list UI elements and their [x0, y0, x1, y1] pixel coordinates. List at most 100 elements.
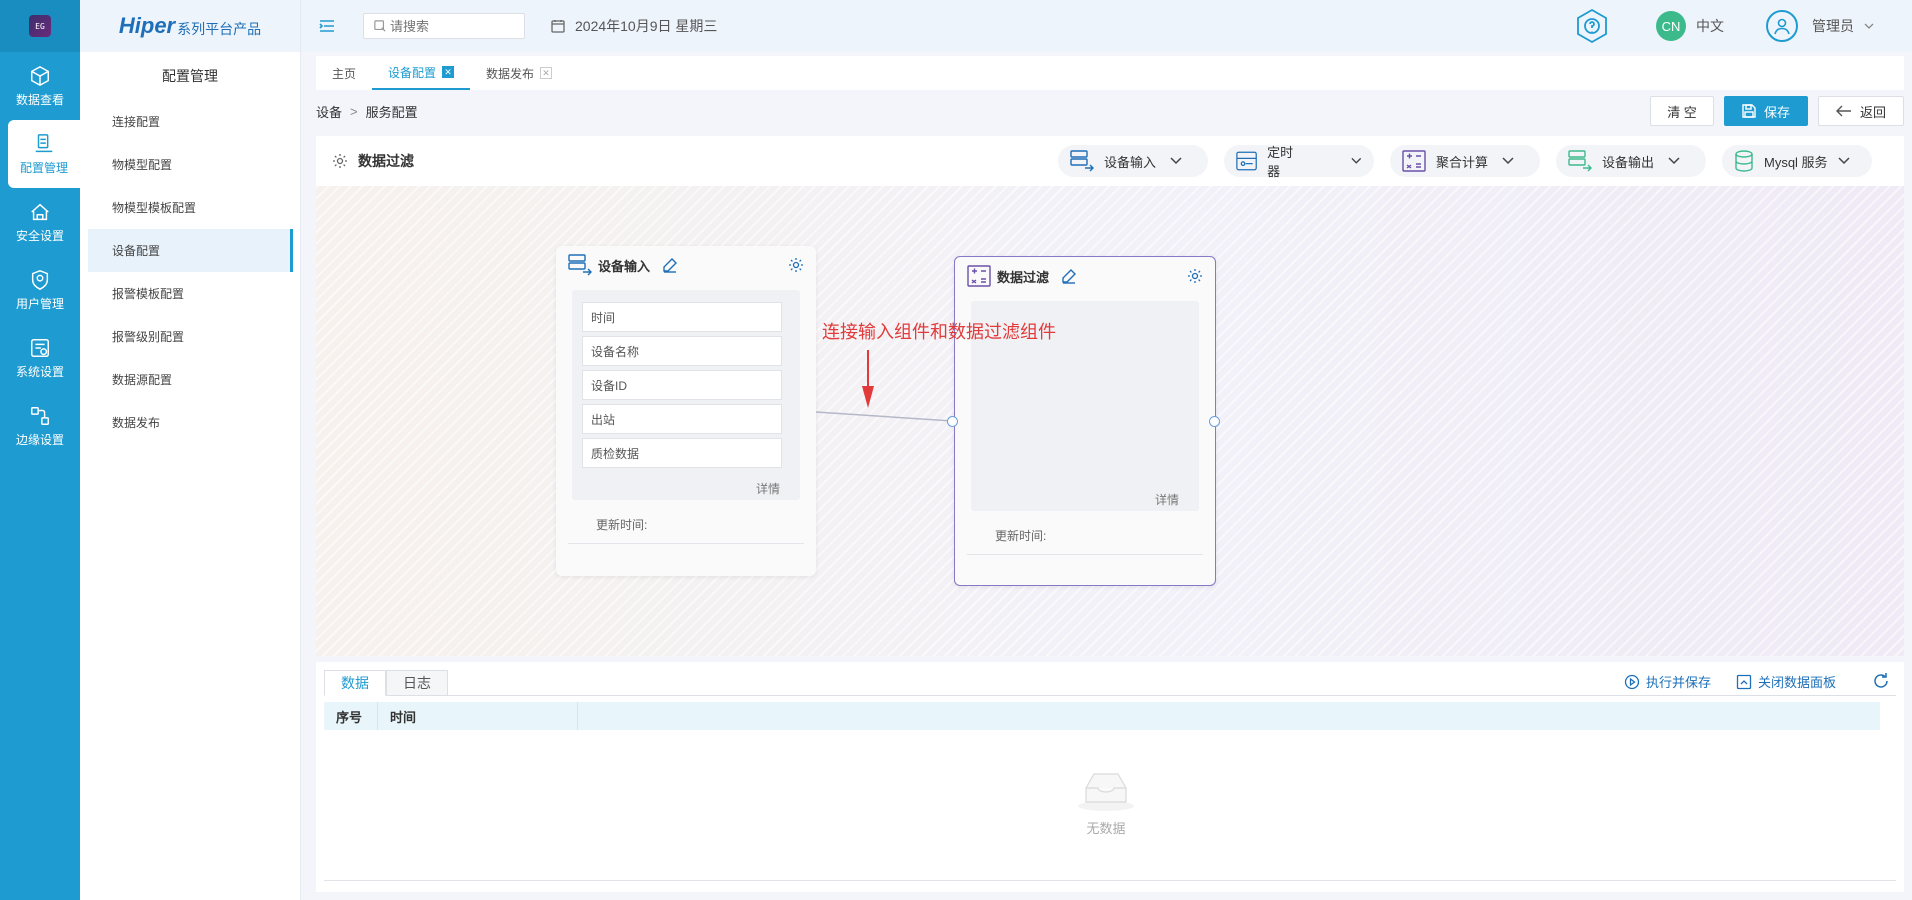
database-icon — [1735, 150, 1753, 172]
gear-icon[interactable] — [788, 257, 804, 273]
rail-item-config[interactable]: 配置管理 — [8, 120, 80, 188]
node-title: 设备输入 — [598, 258, 651, 274]
page-tabs: 主页 设备配置 ✕ 数据发布 ✕ — [316, 56, 1904, 90]
node-port-in[interactable] — [947, 416, 958, 427]
config-icon — [35, 133, 53, 152]
exec-save-label: 执行并保存 — [1646, 675, 1712, 690]
update-time-label: 更新时间: — [995, 529, 1047, 543]
refresh-icon[interactable] — [1872, 672, 1890, 690]
close-icon[interactable]: ✕ — [442, 66, 455, 78]
chevron-down-icon — [1351, 157, 1362, 164]
canvas-toolbar: 数据过滤 设备输入 定时器 聚合计算 设备输出 Mysql 服务 — [316, 136, 1904, 186]
chevron-down-icon — [1170, 157, 1182, 165]
tool-device-input[interactable]: 设备输入 — [1058, 145, 1208, 177]
tool-label: 聚合计算 — [1436, 154, 1489, 170]
app-logo[interactable]: EG — [0, 0, 80, 52]
rail-item-security[interactable]: 安全设置 — [0, 188, 80, 256]
tool-mysql-service[interactable]: Mysql 服务 — [1722, 145, 1872, 177]
user-menu[interactable]: 管理员 — [1766, 10, 1874, 42]
tab-data-publish[interactable]: 数据发布 ✕ — [470, 56, 568, 90]
breadcrumb-separator: > — [350, 104, 358, 119]
date-display: 2024年10月9日 星期三 — [551, 16, 717, 36]
tool-label: 定时器 — [1267, 145, 1294, 179]
icon-rail: EG 数据查看 配置管理 安全设置 用户管理 系统设置 边缘设置 — [0, 0, 80, 900]
tab-device-config[interactable]: 设备配置 ✕ — [372, 56, 471, 90]
tab-log[interactable]: 日志 — [386, 670, 448, 696]
config-sidebar: Hiper 系列平台产品 配置管理 连接配置 物模型配置 物模型模板配置 设备配… — [80, 0, 301, 900]
date-text: 2024年10月9日 星期三 — [575, 18, 718, 34]
sidebar-item-alarm-level[interactable]: 报警级别配置 — [80, 315, 300, 358]
tool-timer[interactable]: 定时器 — [1224, 145, 1374, 179]
field-item[interactable]: 时间 — [582, 302, 782, 332]
flow-canvas[interactable]: 设备输入 时间 设备名称 设备ID 出站 质检数据 详情 更新时间: 数据过滤 … — [316, 186, 1904, 656]
detail-link[interactable]: 详情 — [1155, 491, 1179, 508]
node-divider — [967, 554, 1203, 555]
field-item[interactable]: 设备ID — [582, 370, 782, 400]
breadcrumb-root[interactable]: 设备 — [316, 102, 342, 121]
sidebar-item-connection[interactable]: 连接配置 — [80, 100, 300, 143]
gear-icon — [333, 154, 347, 168]
language-badge: CN — [1656, 11, 1686, 41]
empty-state: 无数据 — [1076, 768, 1136, 837]
sidebar-item-data-publish[interactable]: 数据发布 — [80, 401, 300, 444]
gear-icon[interactable] — [1187, 268, 1203, 284]
collapse-icon — [1736, 674, 1752, 689]
language-label: 中文 — [1696, 18, 1724, 34]
tool-device-output[interactable]: 设备输出 — [1556, 145, 1706, 177]
sidebar-item-thing-model-template[interactable]: 物模型模板配置 — [80, 186, 300, 229]
search-box[interactable] — [363, 13, 525, 39]
field-item[interactable]: 质检数据 — [582, 438, 782, 468]
sidebar-item-datasource[interactable]: 数据源配置 — [80, 358, 300, 401]
close-panel-button[interactable]: 关闭数据面板 — [1736, 672, 1836, 691]
update-time-label: 更新时间: — [596, 518, 648, 532]
node-data-filter[interactable]: 数据过滤 详情 更新时间: — [954, 256, 1216, 586]
chevron-down-icon — [1838, 157, 1850, 165]
tool-aggregate[interactable]: 聚合计算 — [1390, 145, 1540, 177]
field-item[interactable]: 出站 — [582, 404, 782, 434]
back-button-label: 返回 — [1859, 104, 1886, 120]
rail-item-label: 系统设置 — [15, 364, 64, 379]
rail-item-system[interactable]: 系统设置 — [0, 324, 80, 392]
language-switch[interactable]: CN 中文 — [1656, 11, 1724, 41]
brand-suffix: 系列平台产品 — [177, 20, 262, 37]
sidebar-item-thing-model[interactable]: 物模型配置 — [80, 143, 300, 186]
rail-item-users[interactable]: 用户管理 — [0, 256, 80, 324]
clear-button[interactable]: 清 空 — [1650, 96, 1714, 126]
node-device-input[interactable]: 设备输入 时间 设备名称 设备ID 出站 质检数据 详情 更新时间: — [556, 246, 816, 576]
tab-divider — [324, 695, 1896, 696]
table-bottom-border — [324, 880, 1896, 881]
save-button-label: 保存 — [1763, 104, 1790, 120]
node-port-out[interactable] — [1209, 416, 1220, 427]
rail-item-label: 边缘设置 — [15, 432, 64, 447]
calculator-icon — [1402, 150, 1426, 172]
rail-item-edge[interactable]: 边缘设置 — [0, 392, 80, 460]
annotation-text: 连接输入组件和数据过滤组件 — [822, 322, 1056, 342]
rail-item-data-view[interactable]: 数据查看 — [0, 52, 80, 120]
close-icon[interactable]: ✕ — [540, 67, 553, 79]
exec-save-button[interactable]: 执行并保存 — [1624, 672, 1711, 691]
tab-home[interactable]: 主页 — [316, 56, 372, 90]
tool-label: 设备输入 — [1104, 154, 1157, 170]
edit-icon[interactable] — [662, 257, 678, 273]
panel-title-text: 数据过滤 — [358, 153, 414, 169]
back-button[interactable]: 返回 — [1818, 96, 1904, 126]
tool-label: Mysql 服务 — [1764, 154, 1828, 170]
data-panel: 数据 日志 执行并保存 关闭数据面板 序号 时间 无数据 — [316, 662, 1904, 892]
node-title: 数据过滤 — [997, 269, 1050, 285]
arrow-left-icon — [1835, 105, 1851, 117]
rail-item-label: 安全设置 — [15, 228, 64, 243]
tab-data[interactable]: 数据 — [324, 670, 386, 696]
detail-link[interactable]: 详情 — [756, 480, 780, 497]
edit-icon[interactable] — [1061, 268, 1077, 284]
sidebar-item-device-config[interactable]: 设备配置 — [88, 229, 293, 272]
field-item[interactable]: 设备名称 — [582, 336, 782, 366]
system-icon — [31, 338, 49, 357]
search-input[interactable] — [390, 18, 510, 34]
save-button[interactable]: 保存 — [1724, 96, 1808, 126]
brand-name: Hiper — [118, 13, 176, 38]
calculator-icon — [967, 265, 991, 287]
menu-toggle-icon[interactable] — [317, 16, 337, 36]
breadcrumb: 设备 > 服务配置 — [316, 102, 418, 121]
sidebar-item-alarm-template[interactable]: 报警模板配置 — [80, 272, 300, 315]
help-icon[interactable] — [1574, 8, 1610, 44]
